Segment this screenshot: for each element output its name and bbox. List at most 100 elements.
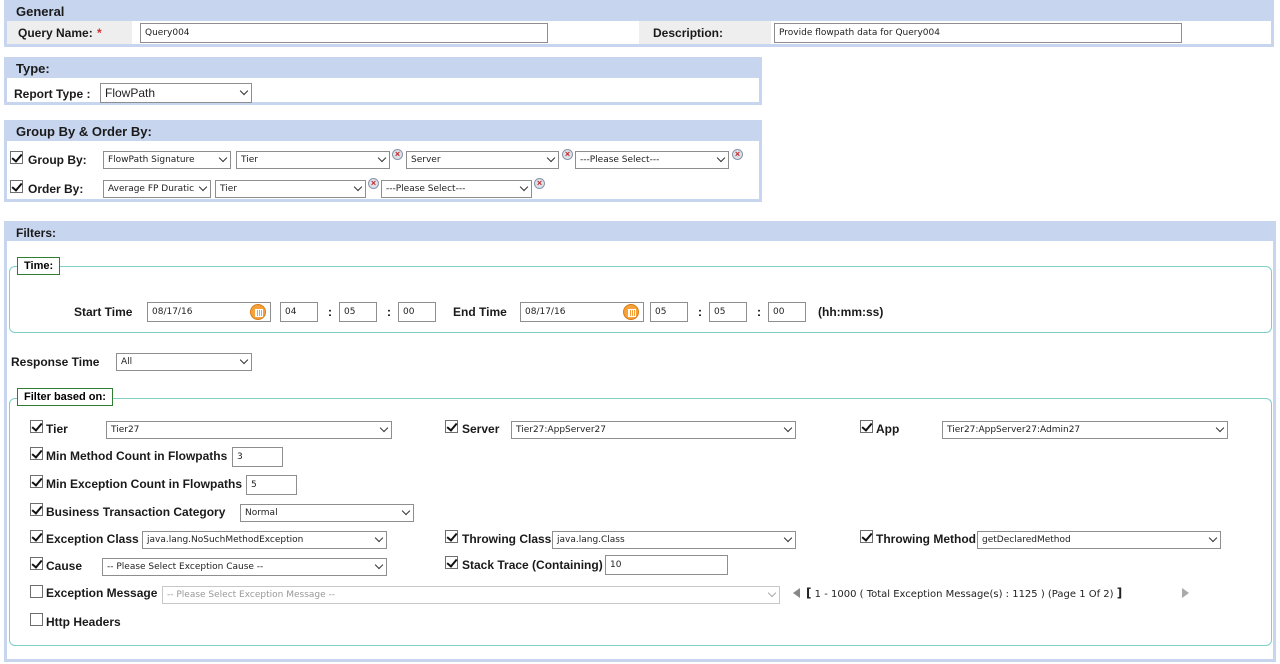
chevron-down-icon: [218, 153, 228, 163]
filter-based-on-legend: Filter based on:: [17, 388, 113, 406]
order-by-value-3: ---Please Select---: [386, 184, 466, 194]
btc-select[interactable]: Normal: [240, 504, 414, 522]
app-value: Tier27:AppServer27:Admin27: [947, 425, 1081, 435]
min-method-input[interactable]: 3: [232, 447, 283, 467]
end-minute-input[interactable]: 05: [709, 302, 747, 322]
query-name-input[interactable]: Query004: [140, 23, 548, 43]
throwing-method-value: getDeclaredMethod: [982, 535, 1071, 545]
remove-group-by-2-icon[interactable]: ×: [392, 149, 403, 160]
exception-message-checkbox[interactable]: [30, 585, 43, 598]
chevron-down-icon: [239, 86, 249, 96]
throwing-class-value: java.lang.Class: [557, 535, 625, 545]
next-page-icon[interactable]: [1182, 588, 1189, 598]
remove-order-by-2-icon[interactable]: ×: [368, 178, 379, 189]
time-separator: :: [698, 305, 702, 319]
start-minute-input[interactable]: 05: [339, 302, 377, 322]
tier-label: Tier: [46, 422, 68, 436]
order-by-select-3[interactable]: ---Please Select---: [381, 180, 532, 198]
time-legend: Time:: [17, 257, 61, 275]
report-type-select[interactable]: FlowPath: [100, 83, 252, 103]
app-select[interactable]: Tier27:AppServer27:Admin27: [942, 421, 1228, 439]
cause-select[interactable]: -- Please Select Exception Cause --: [102, 558, 387, 576]
min-exception-input[interactable]: 5: [246, 475, 297, 495]
type-panel: Type: Report Type : FlowPath: [4, 57, 762, 105]
chevron-down-icon: [519, 182, 529, 192]
chevron-down-icon: [783, 533, 793, 543]
stack-trace-input[interactable]: 10: [605, 555, 728, 575]
throwing-method-checkbox[interactable]: [860, 530, 873, 543]
chevron-down-icon: [374, 560, 384, 570]
chevron-down-icon: [239, 355, 249, 365]
throwing-class-label: Throwing Class: [462, 532, 552, 546]
pager-open-bracket: [: [806, 586, 812, 600]
required-mark: *: [97, 26, 102, 40]
app-checkbox[interactable]: [860, 420, 873, 433]
pagination-info: [ 1 - 1000 ( Total Exception Message(s) …: [806, 586, 1122, 600]
end-time-label: End Time: [453, 305, 507, 319]
previous-page-icon[interactable]: [793, 588, 800, 598]
chevron-down-icon: [767, 588, 777, 598]
response-time-label: Response Time: [11, 355, 100, 369]
group-by-checkbox[interactable]: [10, 151, 23, 164]
server-select[interactable]: Tier27:AppServer27: [511, 421, 796, 439]
group-by-select-2[interactable]: Tier: [236, 151, 390, 169]
tier-value: Tier27: [111, 425, 140, 435]
btc-label: Business Transaction Category: [46, 505, 226, 519]
remove-order-by-3-icon[interactable]: ×: [534, 178, 545, 189]
min-method-label: Min Method Count in Flowpaths: [46, 449, 228, 463]
throwing-method-label: Throwing Method: [876, 532, 976, 546]
exception-message-label: Exception Message: [46, 586, 158, 600]
cause-checkbox[interactable]: [30, 557, 43, 570]
group-by-value-2: Tier: [241, 155, 258, 165]
exception-class-value: java.lang.NoSuchMethodException: [147, 535, 304, 545]
chevron-down-icon: [377, 153, 387, 163]
chevron-down-icon: [353, 182, 363, 192]
exception-class-checkbox[interactable]: [30, 530, 43, 543]
min-exception-checkbox[interactable]: [30, 475, 43, 488]
response-time-value: All: [121, 357, 133, 367]
tier-select[interactable]: Tier27: [106, 421, 392, 439]
type-title: Type:: [7, 60, 759, 78]
order-by-checkbox[interactable]: [10, 180, 23, 193]
http-headers-checkbox[interactable]: [30, 613, 43, 626]
chevron-down-icon: [1215, 423, 1225, 433]
start-second-input[interactable]: 00: [398, 302, 436, 322]
end-second-input[interactable]: 00: [768, 302, 806, 322]
order-by-select-2[interactable]: Tier: [215, 180, 366, 198]
calendar-icon[interactable]: [250, 304, 266, 320]
chevron-down-icon: [379, 423, 389, 433]
throwing-method-select[interactable]: getDeclaredMethod: [977, 531, 1221, 549]
server-checkbox[interactable]: [445, 420, 458, 433]
description-input[interactable]: Provide flowpath data for Query004: [774, 23, 1182, 43]
chevron-down-icon: [546, 153, 556, 163]
throwing-class-select[interactable]: java.lang.Class: [552, 531, 796, 549]
cause-value: -- Please Select Exception Cause --: [107, 562, 264, 572]
exception-message-select[interactable]: -- Please Select Exception Message --: [162, 586, 780, 604]
end-hour-input[interactable]: 05: [650, 302, 688, 322]
time-fieldset: [9, 266, 1272, 333]
group-by-select-1[interactable]: FlowPath Signature: [103, 151, 231, 169]
chevron-down-icon: [198, 182, 208, 192]
btc-checkbox[interactable]: [30, 503, 43, 516]
tier-checkbox[interactable]: [30, 420, 43, 433]
remove-group-by-3-icon[interactable]: ×: [562, 149, 573, 160]
group-by-value-3: Server: [411, 155, 441, 165]
group-order-panel: Group By & Order By: Group By: FlowPath …: [4, 120, 762, 202]
time-separator: :: [328, 305, 332, 319]
start-hour-input[interactable]: 04: [280, 302, 318, 322]
time-separator: :: [387, 305, 391, 319]
stack-trace-checkbox[interactable]: [445, 556, 458, 569]
group-by-select-4[interactable]: ---Please Select---: [575, 151, 729, 169]
throwing-class-checkbox[interactable]: [445, 530, 458, 543]
response-time-select[interactable]: All: [116, 353, 252, 371]
order-by-value-1: Average FP Duratic: [108, 184, 195, 194]
calendar-icon[interactable]: [623, 304, 639, 320]
start-time-label: Start Time: [74, 305, 133, 319]
group-by-select-3[interactable]: Server: [406, 151, 559, 169]
time-format-hint: (hh:mm:ss): [818, 305, 884, 319]
group-by-value-1: FlowPath Signature: [108, 155, 195, 165]
remove-group-by-4-icon[interactable]: ×: [732, 149, 743, 160]
min-method-checkbox[interactable]: [30, 447, 43, 460]
order-by-select-1[interactable]: Average FP Duratic: [103, 180, 211, 198]
exception-class-select[interactable]: java.lang.NoSuchMethodException: [142, 531, 387, 549]
